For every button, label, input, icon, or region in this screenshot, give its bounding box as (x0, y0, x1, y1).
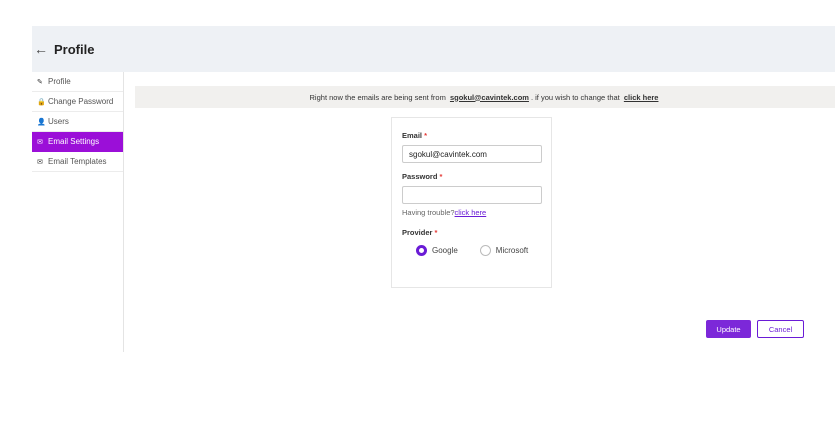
radio-label: Google (432, 246, 458, 255)
radio-selected-icon[interactable] (416, 245, 427, 256)
radio-unselected-icon[interactable] (479, 245, 491, 256)
lock-icon: 🔒 (37, 98, 46, 106)
sidebar-item-users[interactable]: 👤 Users (32, 112, 123, 132)
sidebar-item-label: Profile (48, 77, 71, 86)
sender-notice-banner: Right now the emails are being sent from… (135, 86, 835, 108)
update-button[interactable]: Update (706, 320, 751, 338)
provider-radio-group: Google Microsoft (402, 245, 541, 256)
pencil-icon: ✎ (37, 78, 43, 86)
user-icon: 👤 (37, 118, 46, 126)
sidebar-item-change-password[interactable]: 🔒 Change Password (32, 92, 123, 112)
notice-email-link[interactable]: sgokul@cavintek.com (450, 93, 529, 102)
envelope-icon: ✉ (37, 138, 43, 146)
required-mark: * (434, 228, 438, 237)
sidebar-item-label: Change Password (48, 97, 114, 106)
required-mark: * (424, 131, 428, 140)
password-field[interactable] (402, 186, 542, 204)
email-label: Email * (402, 131, 428, 140)
required-mark: * (439, 172, 443, 181)
page-title: Profile (54, 41, 95, 57)
help-text: Having trouble?click here (402, 208, 487, 217)
back-arrow-icon[interactable]: ← (34, 42, 48, 56)
provider-radio-microsoft[interactable]: Microsoft (479, 245, 529, 256)
sidebar-item-label: Email Templates (48, 157, 107, 166)
envelope-icon: ✉ (37, 158, 43, 166)
help-link[interactable]: click here (455, 208, 487, 217)
page-header: ← Profile (32, 26, 835, 72)
sidebar-item-profile[interactable]: ✎ Profile (32, 72, 123, 92)
sidebar: ✎ Profile 🔒 Change Password 👤 Users ✉ Em… (32, 72, 124, 352)
sidebar-item-label: Email Settings (48, 137, 100, 146)
sidebar-item-email-templates[interactable]: ✉ Email Templates (32, 152, 123, 172)
provider-label: Provider * (402, 228, 438, 237)
email-settings-card: Email * Password * Having trouble?click … (391, 117, 552, 288)
radio-label: Microsoft (495, 246, 529, 255)
sidebar-item-label: Users (48, 117, 69, 126)
email-field[interactable] (402, 145, 542, 163)
sidebar-item-email-settings[interactable]: ✉ Email Settings (32, 132, 123, 152)
password-label: Password * (402, 172, 443, 181)
provider-radio-google[interactable]: Google (416, 245, 458, 256)
notice-text: Right now the emails are being sent from (309, 92, 446, 102)
cancel-button[interactable]: Cancel (757, 320, 804, 338)
notice-change-link[interactable]: click here (624, 93, 659, 102)
notice-text-middle: . if you wish to change that (530, 92, 620, 102)
